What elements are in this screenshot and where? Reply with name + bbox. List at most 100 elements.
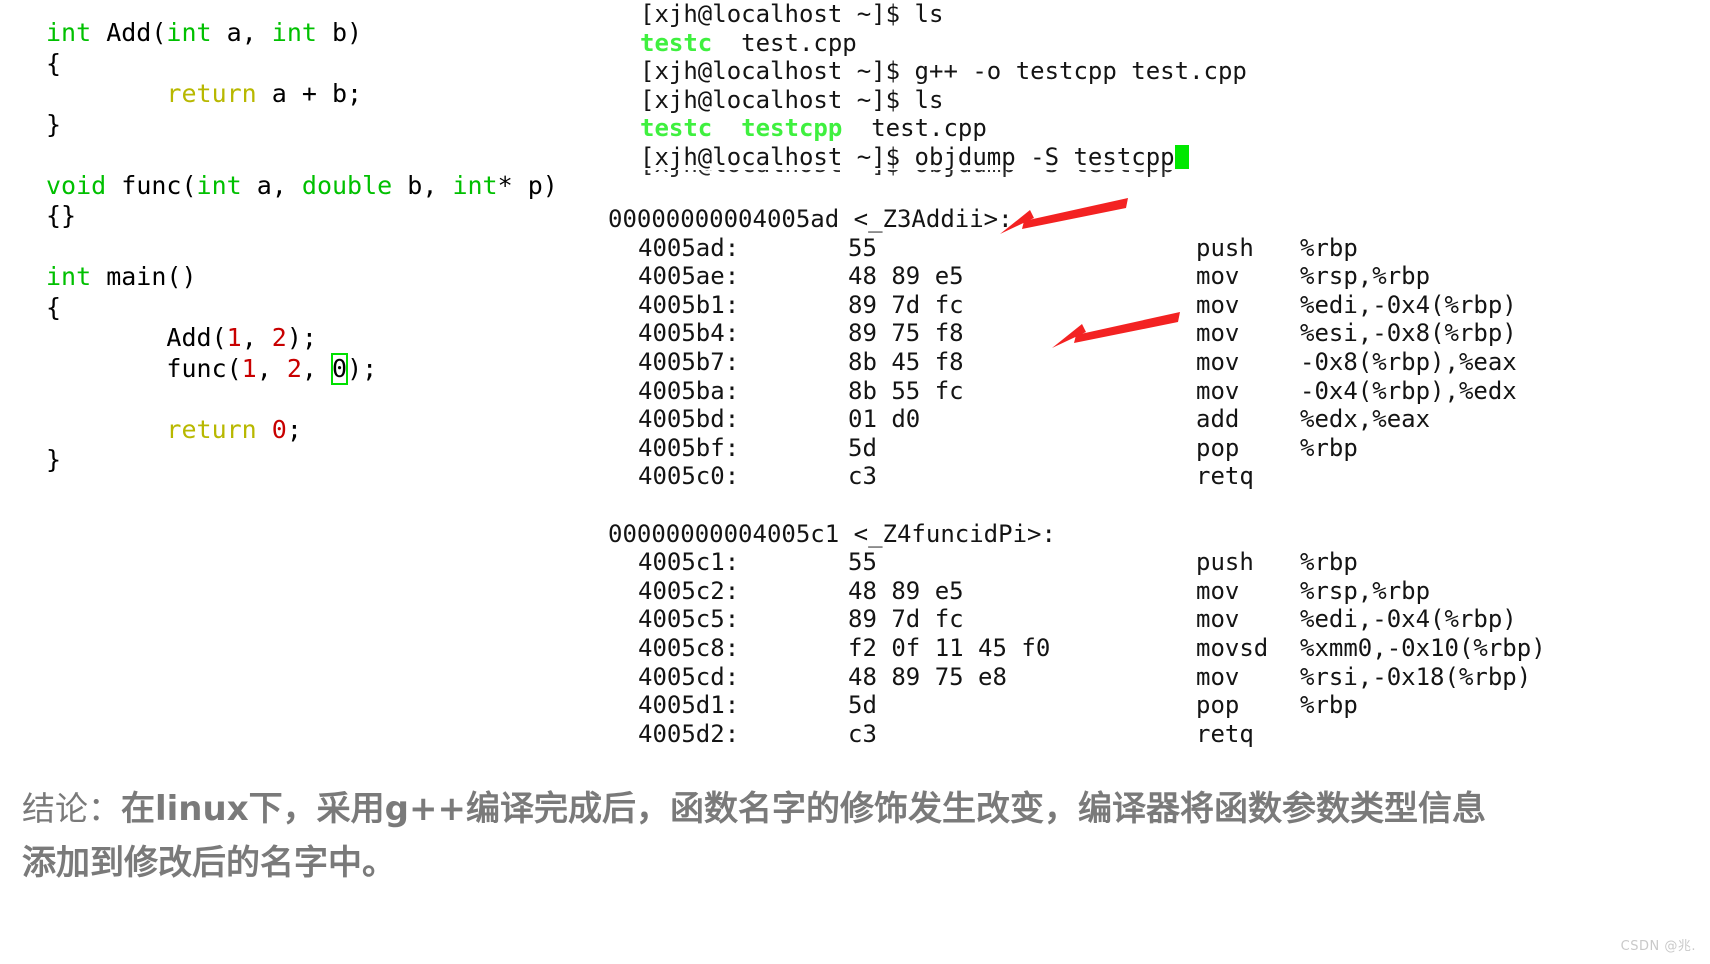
disassembly-mnemonic: mov xyxy=(1196,576,1240,605)
disassembly-bytes: 48 89 e5 xyxy=(848,576,964,605)
code-line: } xyxy=(46,445,600,476)
disassembly-bytes: 89 75 f8 xyxy=(848,319,964,348)
disassembly-row: 4005b4: 89 75 f8 mov %esi,-0x8(%rbp) xyxy=(600,319,1710,348)
ls-entry-executable: testcpp xyxy=(741,114,843,143)
disassembly-address: 4005b1: xyxy=(638,290,740,319)
code-line xyxy=(46,384,600,415)
source-code-pane: int Add(int a, int b){ return a + b;} vo… xyxy=(0,0,600,760)
disassembly-bytes: c3 xyxy=(848,719,877,748)
disassembly-row: 4005c0: c3 retq xyxy=(600,462,1710,491)
disassembly-bytes: f2 0f 11 45 f0 xyxy=(848,633,1051,662)
code-token: func( xyxy=(106,170,197,200)
shell-prompt: [xjh@localhost ~]$ xyxy=(640,0,901,28)
disassembly-address: 4005c1: xyxy=(638,548,740,577)
disassembly-mnemonic: mov xyxy=(1196,376,1240,405)
code-line: { xyxy=(46,49,600,80)
disassembly-address: 4005cd: xyxy=(638,662,740,691)
disassembly-mnemonic: add xyxy=(1196,405,1240,434)
code-token: 0 xyxy=(271,414,287,444)
code-token: 1 xyxy=(226,323,242,352)
disassembly-mnemonic: retq xyxy=(1196,462,1254,491)
disassembly-row: 4005ae: 48 89 e5 mov %rsp,%rbp xyxy=(600,262,1710,291)
disassembly-section-header: 00000000004005c1 <_Z4funcidPi>: xyxy=(608,519,1056,548)
disassembly-row: 4005c1: 55 push %rbp xyxy=(600,548,1710,577)
code-token: int xyxy=(196,170,242,200)
disassembly-operands: %esi,-0x8(%rbp) xyxy=(1300,319,1517,348)
disassembly-operands: %edx,%eax xyxy=(1300,405,1431,434)
disassembly-address: 4005b7: xyxy=(638,347,740,376)
code-token: ); xyxy=(347,353,378,383)
disassembly-mnemonic: movsd xyxy=(1196,633,1269,662)
disassembly-row: 4005c2: 48 89 e5 mov %rsp,%rbp xyxy=(600,577,1710,606)
ls-entry-gap xyxy=(712,29,741,57)
disassembly-mnemonic: mov xyxy=(1196,262,1240,291)
code-token: 1 xyxy=(241,353,257,383)
terminal-clipped-row-artifact: [xjh@localhost ~]$ objdump -S testcpp xyxy=(640,170,1710,190)
disassembly-row: 4005b1: 89 7d fc mov %edi,-0x4(%rbp) xyxy=(600,291,1710,320)
ls-entry-gap xyxy=(712,114,741,142)
terminal-ls-output: testc test.cpp xyxy=(640,29,1247,58)
disassembly-bytes: 5d xyxy=(848,433,877,462)
terminal-block-cursor xyxy=(1174,144,1189,169)
disassembly-mnemonic: mov xyxy=(1196,347,1240,376)
disassembly-operands: %rbp xyxy=(1300,548,1358,577)
disassembly-listing: 00000000004005ad <_Z3Addii>: 4005ad: 55 pus… xyxy=(600,205,1710,748)
code-token: void xyxy=(46,170,107,200)
disassembly-address: 4005bd: xyxy=(638,405,740,434)
csdn-watermark: CSDN @兆. xyxy=(1620,939,1696,954)
shell-prompt: [xjh@localhost ~]$ xyxy=(640,142,901,171)
disassembly-operands: %rsp,%rbp xyxy=(1300,262,1431,291)
code-line: { xyxy=(46,293,600,324)
disassembly-section-gap xyxy=(600,491,1710,520)
disassembly-bytes: 89 7d fc xyxy=(848,290,964,319)
disassembly-row: 4005c5: 89 7d fc mov %edi,-0x4(%rbp) xyxy=(600,605,1710,634)
code-token: main() xyxy=(91,262,197,291)
code-token: Add( xyxy=(91,18,167,47)
code-token: , xyxy=(241,323,272,352)
conclusion-text-line-1: 在linux下，采用g++编译完成后，函数名字的修饰发生改变，编译器将函数参数类… xyxy=(121,789,1486,829)
conclusion-banner: 结论：在linux下，采用g++编译完成后，函数名字的修饰发生改变，编译器将函数… xyxy=(0,770,1710,964)
code-line xyxy=(46,140,600,171)
disassembly-address: 4005bf: xyxy=(638,433,740,462)
code-token: b) xyxy=(316,18,363,47)
code-line: } xyxy=(46,110,600,141)
disassembly-operands: -0x8(%rbp),%eax xyxy=(1300,347,1517,376)
ls-entry-executable: testc xyxy=(640,114,713,143)
disassembly-bytes: 48 89 75 e8 xyxy=(848,662,1007,691)
disassembly-row: 4005bd: 01 d0 add %edx,%eax xyxy=(600,405,1710,434)
code-token: { xyxy=(46,48,62,78)
code-token: ); xyxy=(286,323,317,352)
disassembly-row: 4005c8: f2 0f 11 45 f0 movsd %xmm0,-0x10(%r… xyxy=(600,634,1710,663)
code-line: return 0; xyxy=(46,415,600,446)
code-token: int xyxy=(46,18,92,47)
conclusion-label: 结论： xyxy=(22,789,121,828)
ls-entry-executable: testc xyxy=(640,28,713,57)
disassembly-section-header: 00000000004005ad <_Z3Addii>: xyxy=(608,205,1013,233)
terminal-command-line: [xjh@localhost ~]$ ls xyxy=(640,0,1247,29)
terminal-command-line: [xjh@localhost ~]$ g++ -o testcpp test.c… xyxy=(640,57,1247,86)
disassembly-row: 4005cd: 48 89 75 e8 mov %rsi,-0x18(%rbp) xyxy=(600,663,1710,692)
code-token: return xyxy=(166,414,257,444)
disassembly-operands: %rsi,-0x18(%rbp) xyxy=(1300,662,1532,691)
code-token: * p) xyxy=(497,170,558,200)
disassembly-bytes: 8b 55 fc xyxy=(848,376,964,405)
disassembly-operands: -0x4(%rbp),%edx xyxy=(1300,376,1517,405)
disassembly-address: 4005d2: xyxy=(638,719,740,748)
disassembly-operands: %rbp xyxy=(1300,433,1358,462)
code-line: int main() xyxy=(46,262,600,293)
ls-entry-file: test.cpp xyxy=(871,114,987,143)
disassembly-row: 4005ba: 8b 55 fc mov -0x4(%rbp),%edx xyxy=(600,377,1710,406)
code-token: {} xyxy=(46,201,77,230)
disassembly-operands: %edi,-0x4(%rbp) xyxy=(1300,605,1517,634)
disassembly-address: 4005b4: xyxy=(638,319,740,348)
code-token: b, xyxy=(392,170,453,200)
disassembly-mnemonic: mov xyxy=(1196,605,1240,634)
code-token: int xyxy=(452,170,498,200)
disassembly-bytes: 8b 45 f8 xyxy=(848,347,964,376)
disassembly-bytes: 89 7d fc xyxy=(848,605,964,634)
terminal-pane: [xjh@localhost ~]$ ls testc test.cpp [xjh@… xyxy=(600,0,1710,770)
